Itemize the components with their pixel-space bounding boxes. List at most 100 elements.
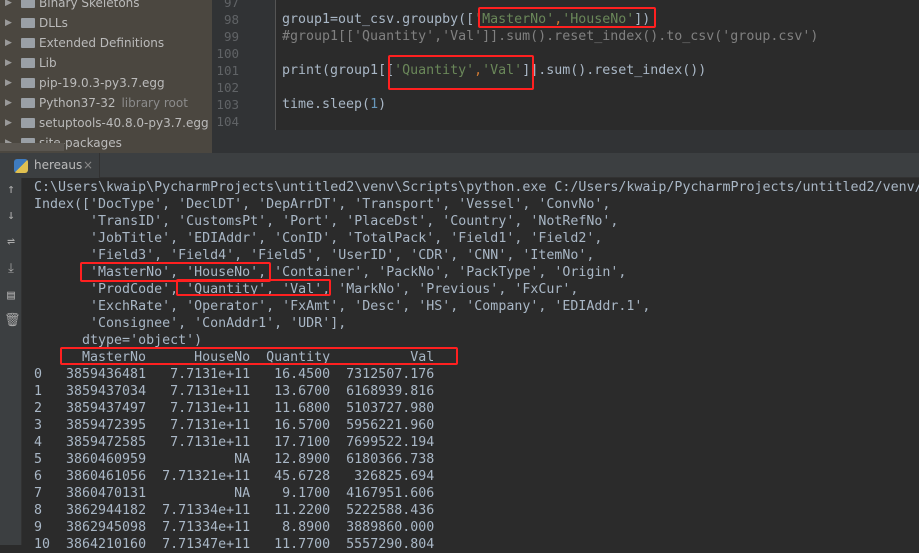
up-arrow-icon[interactable]: ↑ bbox=[4, 182, 18, 197]
highlight-box bbox=[176, 279, 331, 296]
table-cell: 7312507.176 bbox=[346, 367, 435, 382]
table-cell: 3862944182 bbox=[66, 503, 147, 518]
highlight-box bbox=[60, 347, 458, 365]
line-number: 97 bbox=[223, 0, 239, 10]
table-cell: 3859472585 bbox=[66, 435, 147, 450]
table-cell: 3859436481 bbox=[66, 367, 147, 382]
console-line: 'ProdCode', 'Quantity', 'Val', 'MarkNo',… bbox=[34, 282, 579, 297]
line-number: 98 bbox=[223, 12, 239, 27]
table-cell: 3862945098 bbox=[66, 520, 147, 535]
table-cell: 13.6700 bbox=[274, 384, 331, 399]
table-cell: 11.2200 bbox=[274, 503, 331, 518]
table-cell: 7 bbox=[34, 486, 43, 501]
print-icon[interactable]: ▤ bbox=[4, 288, 18, 303]
console-line: 'ExchRate', 'Operator', 'FxAmt', 'Desc',… bbox=[34, 299, 651, 314]
console-line: 'JobTitle', 'EDIAddr', 'ConID', 'TotalPa… bbox=[34, 231, 603, 246]
close-icon[interactable]: × bbox=[83, 153, 93, 178]
code-line-99: #group1[['Quantity','Val']].sum().reset_… bbox=[282, 29, 819, 44]
table-cell: 6 bbox=[34, 469, 43, 484]
highlight-box bbox=[388, 55, 534, 90]
expand-arrow-icon[interactable]: ▶ bbox=[5, 73, 12, 93]
tree-item-label: pip-19.0.3-py3.7.egg bbox=[39, 76, 165, 90]
trash-icon[interactable]: 🗑 bbox=[4, 313, 21, 328]
expand-arrow-icon[interactable]: ▶ bbox=[5, 13, 12, 33]
table-cell: 3860460959 bbox=[66, 452, 147, 467]
table-cell: 5 bbox=[34, 452, 43, 467]
expand-arrow-icon[interactable]: ▶ bbox=[5, 53, 12, 73]
line-number: 103 bbox=[216, 97, 239, 112]
table-cell: 7.7131e+11 bbox=[170, 367, 251, 382]
table-row: 6 3860461056 7.71321e+11 45.6728 326825.694 bbox=[34, 468, 919, 485]
table-cell: 5956221.960 bbox=[346, 418, 435, 433]
soft-wrap-icon[interactable]: ⇌ bbox=[4, 234, 18, 249]
table-cell: 5222588.436 bbox=[346, 503, 435, 518]
tree-item-label: Extended Definitions bbox=[39, 36, 165, 50]
table-cell: 7.7131e+11 bbox=[170, 435, 251, 450]
table-cell: 11.6800 bbox=[274, 401, 331, 416]
table-row: 7 3860470131 NA 9.1700 4167951.606 bbox=[34, 485, 919, 502]
editor-statusbar bbox=[212, 130, 919, 153]
table-row: 0 3859436481 7.7131e+11 16.4500 7312507.176 bbox=[34, 366, 919, 383]
folder-icon bbox=[21, 98, 35, 108]
line-number: 102 bbox=[216, 80, 239, 95]
expand-arrow-icon[interactable]: ▶ bbox=[5, 113, 12, 133]
library-icon bbox=[21, 38, 35, 48]
table-cell: 5103727.980 bbox=[346, 401, 435, 416]
line-number: 104 bbox=[216, 114, 239, 129]
table-cell: 17.7100 bbox=[274, 435, 331, 450]
table-cell: 7.71321e+11 bbox=[162, 469, 251, 484]
tree-scrollbar[interactable] bbox=[0, 143, 64, 151]
table-cell: 4 bbox=[34, 435, 43, 450]
table-row: 9 3862945098 7.71334e+11 8.8900 3889860.000 bbox=[34, 519, 919, 536]
table-cell: 7.71334e+11 bbox=[162, 503, 251, 518]
console-line: Index(['DocType', 'DeclDT', 'DepArrDT', … bbox=[34, 197, 611, 212]
table-cell: 7.71334e+11 bbox=[162, 520, 251, 535]
table-cell: 12.8900 bbox=[274, 452, 331, 467]
run-tab-label: hereaus bbox=[34, 158, 83, 172]
table-cell: 3859472395 bbox=[66, 418, 147, 433]
scroll-to-end-icon[interactable]: ⤓ bbox=[4, 261, 18, 276]
table-cell: 3859437034 bbox=[66, 384, 147, 399]
table-cell: 3860470131 bbox=[66, 486, 147, 501]
expand-arrow-icon[interactable]: ▶ bbox=[5, 93, 12, 113]
table-row: 2 3859437497 7.7131e+11 11.6800 5103727.980 bbox=[34, 400, 919, 417]
table-cell: 4167951.606 bbox=[346, 486, 435, 501]
tree-item-label: Lib bbox=[39, 56, 57, 70]
table-cell: 3860461056 bbox=[66, 469, 147, 484]
table-row: 1 3859437034 7.7131e+11 13.6700 6168939.816 bbox=[34, 383, 919, 400]
table-row: 8 3862944182 7.71334e+11 11.2200 5222588.436 bbox=[34, 502, 919, 519]
run-tabbar: hereaus × bbox=[0, 153, 919, 178]
table-cell: 326825.694 bbox=[354, 469, 435, 484]
table-cell: 6168939.816 bbox=[346, 384, 435, 399]
tree-item-label: setuptools-40.8.0-py3.7.egglibra bbox=[39, 116, 209, 130]
tree-item-label: DLLs bbox=[39, 16, 68, 30]
expand-arrow-icon[interactable]: ▶ bbox=[5, 33, 12, 53]
table-cell: NA bbox=[234, 486, 251, 501]
table-row: 3 3859472395 7.7131e+11 16.5700 5956221.960 bbox=[34, 417, 919, 434]
editor-gutter: 97 98 99 100 101 102 103 104 bbox=[212, 0, 276, 130]
console-line: 'TransID', 'CustomsPt', 'Port', 'PlaceDs… bbox=[34, 214, 619, 229]
tree-item-label: Python37-32 library root bbox=[39, 96, 188, 110]
folder-icon bbox=[21, 78, 35, 88]
table-cell: 9 bbox=[34, 520, 43, 535]
console-line: 'Consignee', 'ConAddr1', 'UDR'], bbox=[34, 316, 347, 331]
table-cell: 3859437497 bbox=[66, 401, 147, 416]
table-cell: 0 bbox=[34, 367, 43, 382]
table-cell: 7.7131e+11 bbox=[170, 418, 251, 433]
library-icon bbox=[21, 0, 35, 8]
tree-item-label: Binary Skeletons bbox=[39, 0, 140, 10]
down-arrow-icon[interactable]: ↓ bbox=[4, 208, 18, 223]
table-cell: 7.7131e+11 bbox=[170, 401, 251, 416]
code-line-103: time.sleep(1) bbox=[282, 97, 387, 112]
run-tab-hereaus[interactable]: hereaus × bbox=[0, 153, 100, 178]
table-cell: NA bbox=[234, 452, 251, 467]
console-output[interactable]: C:\Users\kwaip\PycharmProjects\untitled2… bbox=[34, 178, 919, 553]
table-cell: 45.6728 bbox=[274, 469, 331, 484]
table-cell: 8 bbox=[34, 503, 43, 518]
tree-item-hint: library root bbox=[121, 96, 188, 110]
expand-arrow-icon[interactable]: ▶ bbox=[5, 0, 12, 13]
table-cell: 16.4500 bbox=[274, 367, 331, 382]
folder-icon bbox=[21, 58, 35, 68]
table-cell: 2 bbox=[34, 401, 43, 416]
project-tree: ▶ Binary Skeletons ▶ DLLs ▶ Extended Definiti… bbox=[0, 0, 212, 153]
